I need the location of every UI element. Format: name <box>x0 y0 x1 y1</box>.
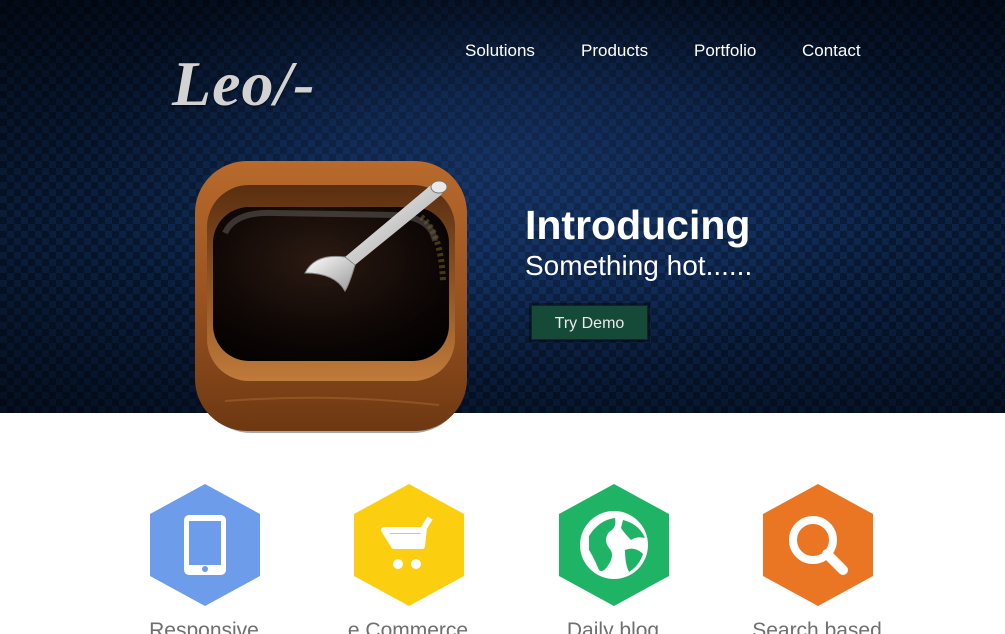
hero-banner: Leo/- Solutions Products Portfolio Conta… <box>0 0 1005 413</box>
feature-ecommerce[interactable] <box>298 484 518 634</box>
feature-responsive[interactable] <box>94 484 314 634</box>
feature-daily-blog[interactable] <box>503 484 723 634</box>
page: Leo/- Solutions Products Portfolio Conta… <box>0 0 1005 634</box>
feature-search-based[interactable] <box>707 484 927 634</box>
shopping-cart-icon <box>354 484 464 606</box>
globe-icon <box>559 484 669 606</box>
feature-label-ecommerce: e Commerce <box>347 619 469 634</box>
nav-item-solutions[interactable]: Solutions <box>465 40 535 62</box>
try-demo-button[interactable]: Try Demo <box>531 305 648 340</box>
feature-label-search-based: Search based <box>752 619 882 634</box>
brand-logo[interactable]: Leo/- <box>172 48 316 120</box>
nav-item-contact[interactable]: Contact <box>802 40 861 62</box>
search-icon <box>763 484 873 606</box>
nav-item-portfolio[interactable]: Portfolio <box>694 40 756 62</box>
hero-title: Introducing <box>525 202 751 248</box>
coffee-box-app-icon <box>195 161 467 433</box>
feature-label-responsive: Responsive <box>149 619 259 634</box>
smartphone-icon <box>150 484 260 606</box>
nav-item-products[interactable]: Products <box>581 40 648 62</box>
hero-subtitle: Something hot...... <box>525 250 753 281</box>
feature-label-daily-blog: Daily blog <box>566 619 660 634</box>
